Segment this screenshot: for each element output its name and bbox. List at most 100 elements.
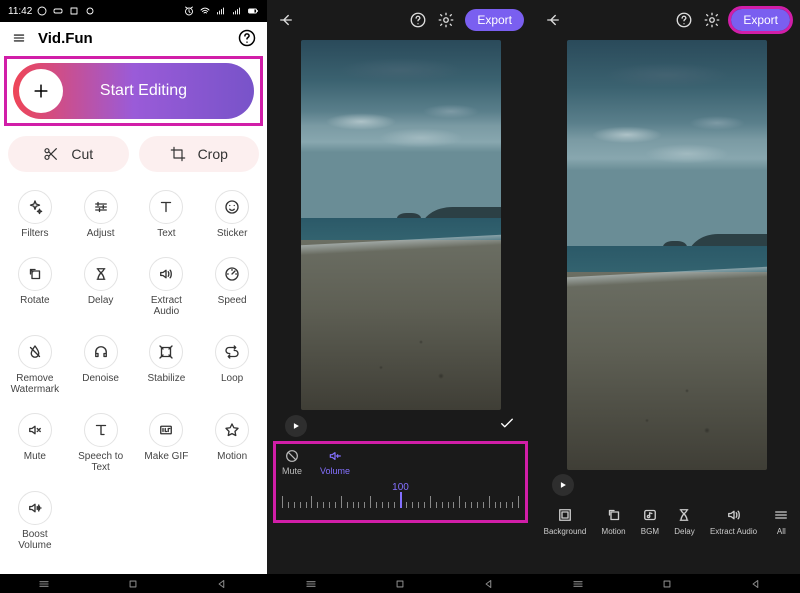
- play-button[interactable]: [285, 415, 307, 437]
- plus-icon: [19, 69, 63, 113]
- tool-remove-watermark[interactable]: Remove Watermark: [2, 329, 68, 401]
- home-icon[interactable]: [126, 577, 140, 591]
- text-icon: [157, 198, 175, 216]
- bt-delay[interactable]: Delay: [674, 506, 694, 536]
- help-icon[interactable]: [675, 11, 693, 29]
- home-screen: 11:42 Vid.Fun Start Editing: [0, 0, 267, 574]
- sliders-icon: [92, 198, 110, 216]
- tool-sticker[interactable]: Sticker: [199, 184, 265, 245]
- volume-tab[interactable]: Volume: [320, 448, 350, 476]
- menu-icon: [772, 506, 790, 524]
- tool-speech-to-text[interactable]: Speech to Text: [68, 407, 134, 479]
- scissors-icon: [43, 146, 59, 162]
- tool-make-gif[interactable]: Make GIF: [134, 407, 200, 479]
- video-preview: [301, 40, 501, 410]
- export-button[interactable]: Export: [731, 9, 790, 31]
- back-icon[interactable]: [544, 11, 562, 29]
- recents-icon[interactable]: [304, 577, 318, 591]
- volume-icon: [725, 506, 743, 524]
- volume-ruler[interactable]: 100: [282, 484, 519, 514]
- cut-button[interactable]: Cut: [8, 136, 129, 172]
- home-icon[interactable]: [393, 577, 407, 591]
- status-icon: [84, 5, 96, 17]
- wifi-icon: [199, 5, 211, 17]
- bt-background[interactable]: Background: [544, 506, 587, 536]
- editor-bottom-toolbar: Background Motion BGM Delay Extract Audi…: [534, 500, 800, 544]
- tool-stabilize[interactable]: Stabilize: [134, 329, 200, 401]
- android-navbar: [0, 574, 267, 593]
- signal-icon: [231, 5, 243, 17]
- help-icon[interactable]: [237, 28, 257, 48]
- hourglass-icon: [675, 506, 693, 524]
- motion-icon: [605, 506, 623, 524]
- alarm-icon: [183, 5, 195, 17]
- tool-boost-volume[interactable]: Boost Volume: [2, 485, 68, 557]
- rotate-icon: [26, 265, 44, 283]
- bt-motion[interactable]: Motion: [602, 506, 626, 536]
- editor-top-bar: Export: [267, 0, 534, 40]
- smiley-icon: [223, 198, 241, 216]
- start-editing-button[interactable]: Start Editing: [13, 63, 254, 119]
- help-icon[interactable]: [409, 11, 427, 29]
- tool-motion[interactable]: Motion: [199, 407, 265, 479]
- home-icon[interactable]: [660, 577, 674, 591]
- back-nav-icon[interactable]: [749, 577, 763, 591]
- tool-adjust[interactable]: Adjust: [68, 184, 134, 245]
- app-bar: Vid.Fun: [0, 22, 267, 54]
- bt-bgm[interactable]: BGM: [641, 506, 659, 536]
- bt-extract-audio[interactable]: Extract Audio: [710, 506, 757, 536]
- status-time: 11:42: [8, 6, 32, 17]
- tool-mute[interactable]: Mute: [2, 407, 68, 479]
- sparkle-icon: [26, 198, 44, 216]
- back-nav-icon[interactable]: [215, 577, 229, 591]
- tool-text[interactable]: Text: [134, 184, 200, 245]
- gauge-icon: [223, 265, 241, 283]
- droplet-off-icon: [26, 343, 44, 361]
- app-title: Vid.Fun: [38, 30, 93, 47]
- play-button[interactable]: [552, 474, 574, 496]
- hamburger-icon[interactable]: [10, 31, 28, 45]
- headphones-icon: [92, 343, 110, 361]
- tool-denoise[interactable]: Denoise: [68, 329, 134, 401]
- tool-speed[interactable]: Speed: [199, 251, 265, 323]
- gear-icon[interactable]: [437, 11, 455, 29]
- tool-filters[interactable]: Filters: [2, 184, 68, 245]
- volume-icon: [157, 265, 175, 283]
- speech-text-icon: [92, 421, 110, 439]
- gif-icon: [157, 421, 175, 439]
- back-icon[interactable]: [277, 11, 295, 29]
- recents-icon[interactable]: [571, 577, 585, 591]
- tool-grid: Filters Adjust Text Sticker Rotate Delay…: [0, 180, 267, 565]
- confirm-button[interactable]: [498, 414, 516, 437]
- volume-up-icon: [26, 499, 44, 517]
- loop-icon: [223, 343, 241, 361]
- tool-rotate[interactable]: Rotate: [2, 251, 68, 323]
- prohibit-icon: [284, 448, 300, 464]
- background-icon: [556, 506, 574, 524]
- tool-extract-audio[interactable]: Extract Audio: [134, 251, 200, 323]
- recents-icon[interactable]: [37, 577, 51, 591]
- battery-icon: [247, 5, 259, 17]
- bt-all[interactable]: All: [772, 506, 790, 536]
- editor-volume-screen: Export Mute Volume 100: [267, 0, 534, 574]
- crop-icon: [170, 146, 186, 162]
- mute-icon: [26, 421, 44, 439]
- export-button[interactable]: Export: [465, 9, 524, 31]
- highlight-start-editing: Start Editing: [4, 56, 263, 126]
- hourglass-icon: [92, 265, 110, 283]
- volume-panel: Mute Volume 100: [273, 441, 528, 523]
- tool-loop[interactable]: Loop: [199, 329, 265, 401]
- status-icon: [68, 5, 80, 17]
- mute-tab[interactable]: Mute: [282, 448, 302, 476]
- editor-top-bar: Export: [534, 0, 800, 40]
- cut-label: Cut: [71, 146, 93, 162]
- gear-icon[interactable]: [703, 11, 721, 29]
- tool-delay[interactable]: Delay: [68, 251, 134, 323]
- crop-label: Crop: [198, 146, 228, 162]
- crop-button[interactable]: Crop: [139, 136, 260, 172]
- star-icon: [223, 421, 241, 439]
- status-bar: 11:42: [0, 0, 267, 22]
- gamepad-icon: [52, 5, 64, 17]
- back-nav-icon[interactable]: [482, 577, 496, 591]
- video-preview: [567, 40, 767, 470]
